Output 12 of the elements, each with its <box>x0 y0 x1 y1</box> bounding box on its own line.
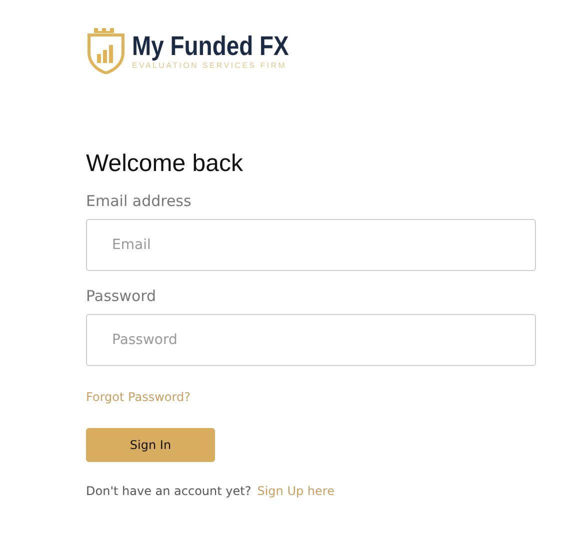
forgot-password-link[interactable]: Forgot Password? <box>86 390 190 404</box>
signup-prompt: Don't have an account yet? <box>86 484 252 498</box>
sign-up-link[interactable]: Sign Up here <box>257 484 334 498</box>
input-field[interactable]: Password <box>86 314 536 366</box>
page-heading: Welcome back <box>86 150 244 178</box>
input-field[interactable]: Email <box>86 219 536 271</box>
brand-name: My Funded FX <box>132 30 289 60</box>
shield-logo-icon <box>86 26 126 74</box>
field-label: Email address <box>86 192 192 210</box>
sign-in-button[interactable]: Sign In <box>86 428 215 462</box>
brand-tagline: EVALUATION SERVICES FIRM <box>132 60 288 70</box>
field-label: Password <box>86 287 158 305</box>
